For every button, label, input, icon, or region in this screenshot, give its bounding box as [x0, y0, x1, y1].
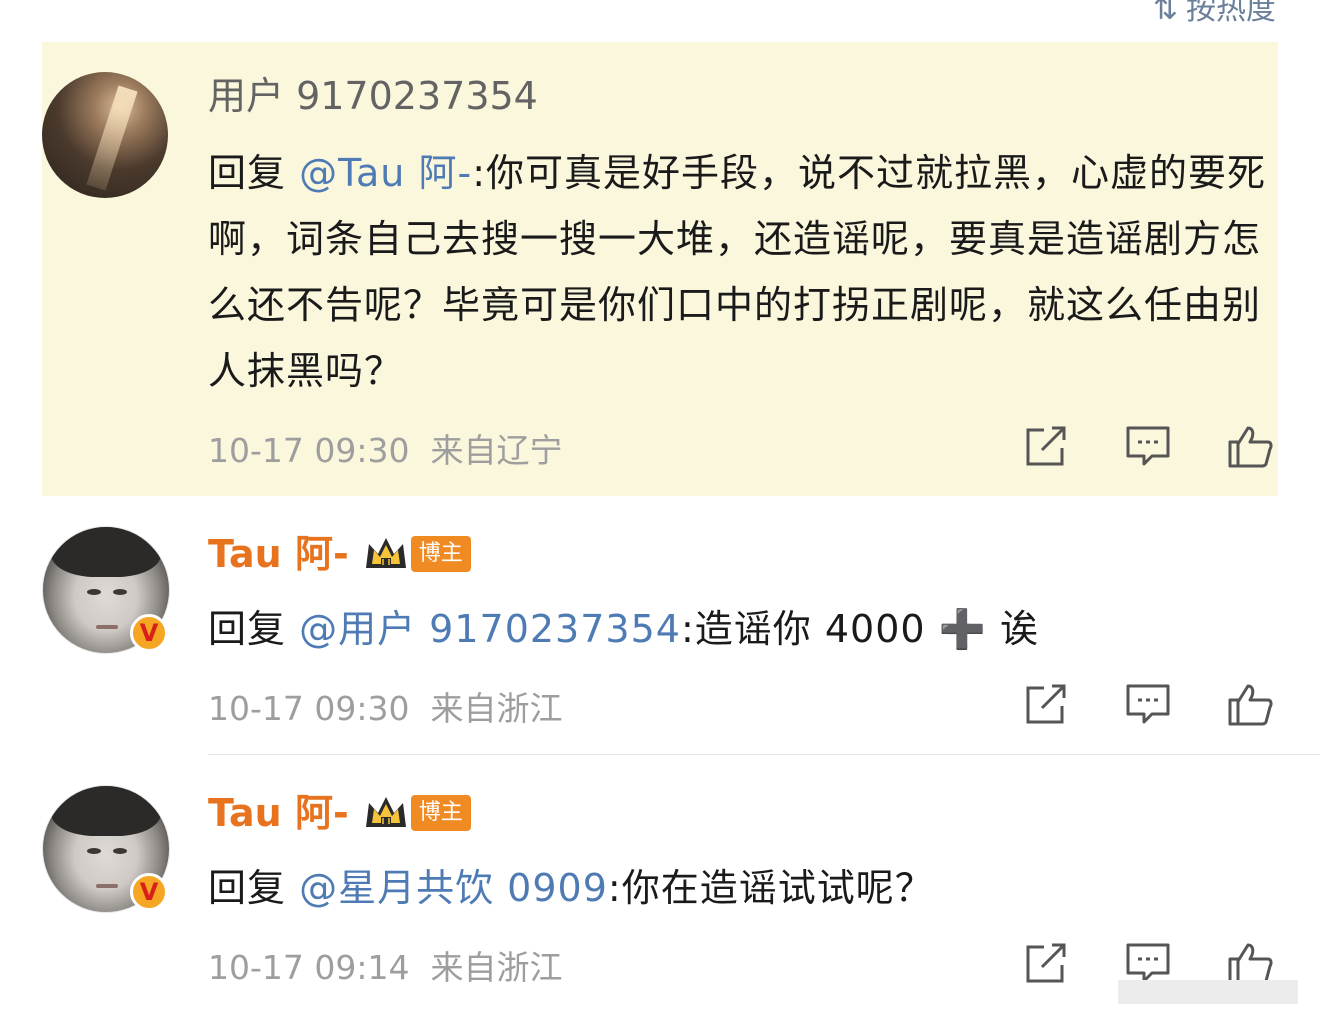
- mention-link[interactable]: @用户 9170237354: [299, 607, 681, 651]
- sort-button[interactable]: ⇅ 按热度: [1153, 0, 1276, 28]
- comment-icon[interactable]: [1124, 424, 1172, 468]
- comment-actions: [1022, 941, 1274, 985]
- comment-item: V Tau 阿- 博主 回复 @用户 9170237354:造谣你 4000 ➕…: [42, 496, 1278, 754]
- comment-location: 来自辽宁: [430, 431, 563, 470]
- like-icon[interactable]: [1226, 682, 1274, 726]
- mention-link[interactable]: @星月共饮 0909: [299, 866, 608, 910]
- comment-username-row: Tau 阿- 博主: [208, 789, 1278, 837]
- comment-item: V Tau 阿- 博主 回复 @星月共饮 0909:你在造谣试试呢？ 10-17…: [42, 755, 1278, 1015]
- reply-prefix: 回复: [208, 607, 300, 651]
- share-icon[interactable]: [1022, 682, 1070, 726]
- comment-username[interactable]: Tau 阿-: [208, 789, 349, 837]
- like-icon[interactable]: [1226, 941, 1274, 985]
- crown-icon: [363, 534, 409, 574]
- like-icon[interactable]: [1226, 424, 1274, 468]
- sort-label: 按热度: [1186, 0, 1276, 27]
- comment-actions: [1022, 424, 1274, 468]
- comment-actions: [1022, 682, 1274, 726]
- comment-time: 10-17 09:30: [208, 689, 410, 728]
- comment-text: 回复 @用户 9170237354:造谣你 4000 ➕ 诶: [208, 596, 1278, 662]
- comment-meta: 10-17 09:30 来自辽宁: [208, 424, 562, 472]
- comment-username[interactable]: Tau 阿-: [208, 530, 349, 578]
- comment-body: :造谣你 4000 ➕ 诶: [680, 607, 1040, 651]
- author-badge: 博主: [410, 536, 471, 572]
- share-icon[interactable]: [1022, 941, 1070, 985]
- comment-body: :你在造谣试试呢？: [607, 866, 934, 910]
- avatar[interactable]: [42, 72, 168, 198]
- comment-text: 回复 @星月共饮 0909:你在造谣试试呢？: [208, 855, 1278, 921]
- comment-item: 用户 9170237354 回复 @Tau 阿-:你可真是好手段，说不过就拉黑，…: [42, 42, 1278, 496]
- comment-location: 来自浙江: [430, 948, 563, 987]
- comment-icon[interactable]: [1124, 941, 1172, 985]
- comment-meta: 10-17 09:30 来自浙江: [208, 682, 562, 730]
- comment-text: 回复 @Tau 阿-:你可真是好手段，说不过就拉黑，心虚的要死啊，词条自己去搜一…: [208, 140, 1278, 404]
- comment-time: 10-17 09:30: [208, 431, 410, 470]
- comment-location: 来自浙江: [430, 689, 563, 728]
- mention-link[interactable]: @Tau 阿-: [299, 151, 472, 195]
- author-badge: 博主: [410, 795, 471, 831]
- sort-icon: ⇅: [1152, 0, 1178, 27]
- verified-badge-icon: V: [130, 614, 168, 652]
- comment-time: 10-17 09:14: [208, 948, 410, 987]
- verified-badge-icon: V: [130, 873, 168, 911]
- share-icon[interactable]: [1022, 424, 1070, 468]
- crown-icon: [363, 793, 409, 833]
- comment-thread: ⇅ 按热度 用户 9170237354 回复 @Tau 阿-:你可真是好手段，说不…: [0, 0, 1320, 1015]
- comment-username-row: Tau 阿- 博主: [208, 530, 1278, 578]
- comment-username[interactable]: 用户 9170237354: [208, 72, 1278, 120]
- comment-icon[interactable]: [1124, 682, 1172, 726]
- comment-meta: 10-17 09:14 来自浙江: [208, 941, 562, 989]
- watermark-overlay: [1118, 980, 1298, 1004]
- reply-prefix: 回复: [208, 151, 300, 195]
- reply-prefix: 回复: [208, 866, 300, 910]
